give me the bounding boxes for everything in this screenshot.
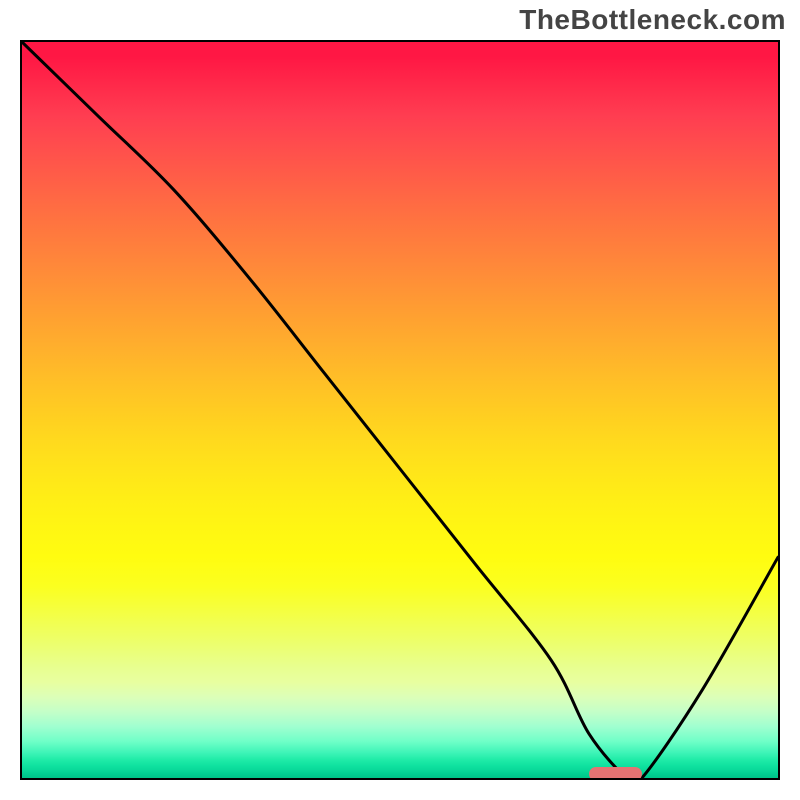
watermark-text: TheBottleneck.com [519, 4, 786, 36]
bottleneck-curve [22, 42, 778, 778]
plot-area [20, 40, 780, 780]
chart-container: TheBottleneck.com [0, 0, 800, 800]
optimal-marker [589, 767, 642, 780]
